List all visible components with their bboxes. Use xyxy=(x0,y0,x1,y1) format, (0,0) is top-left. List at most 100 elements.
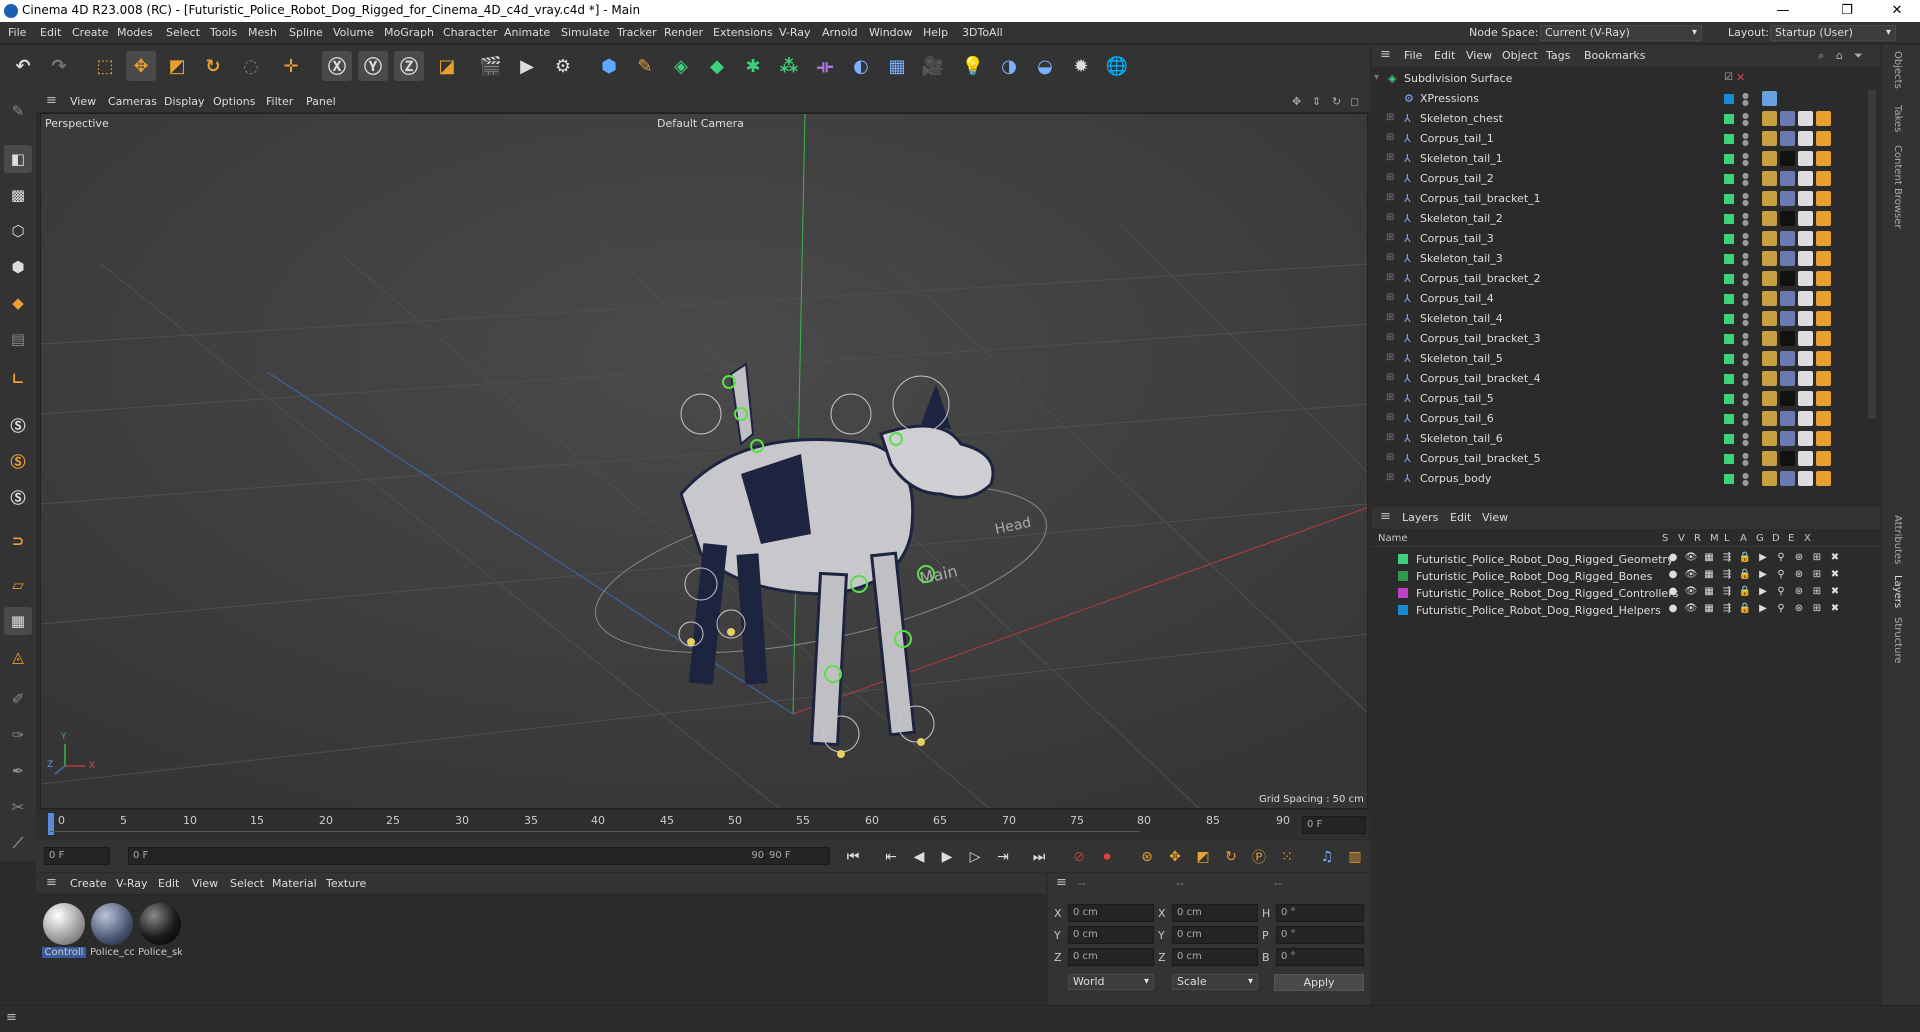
visibility-dots[interactable]: ● ● xyxy=(1742,192,1749,207)
pen-spline-icon[interactable]: ✎ xyxy=(630,51,660,81)
start-frame-field[interactable]: 0 F xyxy=(44,847,110,865)
layer-color-swatch[interactable] xyxy=(1398,571,1408,581)
expand-icon[interactable]: ⊞ xyxy=(1386,372,1394,383)
menu-3dtoall[interactable]: 3DToAll xyxy=(962,26,1003,39)
constraint-tag-icon[interactable] xyxy=(1816,231,1831,246)
transform-tool-icon[interactable]: ✛ xyxy=(276,51,306,81)
mat-menu-create[interactable]: Create xyxy=(70,877,107,890)
key-position-icon[interactable]: ✥ xyxy=(1164,846,1186,868)
layer-color-swatch[interactable] xyxy=(1724,334,1734,344)
viewport-menu-filter[interactable]: Filter xyxy=(266,95,293,108)
knife-icon[interactable]: ✂ xyxy=(4,793,32,821)
range-slider[interactable]: 0 F 90 F xyxy=(128,847,780,865)
material-tag-icon[interactable] xyxy=(1780,351,1795,366)
viewport-menu-icon[interactable]: ≡ xyxy=(46,94,60,107)
uvw-tag-icon[interactable] xyxy=(1798,451,1813,466)
object-row-root[interactable]: ▾ ◈ Subdivision Surface ☑ ✕ xyxy=(1372,69,1880,89)
redo-icon[interactable]: ↷ xyxy=(44,51,74,81)
viewport-maximize-icon[interactable]: ◻ xyxy=(1350,95,1359,108)
expand-icon[interactable]: ⊞ xyxy=(1386,272,1394,283)
select-disabled-icon[interactable]: ◌ xyxy=(236,51,266,81)
record-disabled-icon[interactable]: ⊘ xyxy=(1068,846,1090,868)
deformer-icon[interactable]: ⟛ xyxy=(810,51,840,81)
constraint-tag-icon[interactable] xyxy=(1816,371,1831,386)
obj-menu-edit[interactable]: Edit xyxy=(1434,49,1455,62)
visibility-dots[interactable]: ● ● xyxy=(1742,392,1749,407)
constraint-tag-icon[interactable] xyxy=(1816,131,1831,146)
keyframe-selection-icon[interactable]: ⊛ xyxy=(1136,846,1158,868)
material-tag-icon[interactable] xyxy=(1780,231,1795,246)
manager-icon[interactable]: ⇶ xyxy=(1720,569,1734,583)
menu-animate[interactable]: Animate xyxy=(504,26,550,39)
model-mode-icon[interactable]: ◧ xyxy=(4,145,32,173)
layer-color-swatch[interactable] xyxy=(1724,194,1734,204)
layer-color-swatch[interactable] xyxy=(1724,274,1734,284)
viewport-pan-icon[interactable]: ✥ xyxy=(1292,95,1301,108)
edges-mode-icon[interactable]: ⬢ xyxy=(4,253,32,281)
layer-color-swatch[interactable] xyxy=(1724,134,1734,144)
mat-menu-view[interactable]: View xyxy=(192,877,218,890)
constraint-tag-icon[interactable] xyxy=(1816,251,1831,266)
constraint-tag-icon[interactable] xyxy=(1816,211,1831,226)
menu-create[interactable]: Create xyxy=(72,26,109,39)
layer-color-swatch[interactable] xyxy=(1398,588,1408,598)
menu-edit[interactable]: Edit xyxy=(40,26,61,39)
tab-attributes[interactable]: Attributes xyxy=(1892,515,1903,564)
expand-icon[interactable]: ⊞ xyxy=(1386,212,1394,223)
live-select-icon[interactable]: ⬚ xyxy=(90,51,120,81)
render-icon[interactable]: ▦ xyxy=(1702,603,1716,617)
visibility-dots[interactable]: ● ● xyxy=(1742,432,1749,447)
texture-tag-icon[interactable] xyxy=(1762,311,1777,326)
uvw-tag-icon[interactable] xyxy=(1798,351,1813,366)
constraint-tag-icon[interactable] xyxy=(1816,291,1831,306)
uvw-tag-icon[interactable] xyxy=(1798,391,1813,406)
uvw-tag-icon[interactable] xyxy=(1798,471,1813,486)
3d-viewport[interactable]: Head Main Perspective Default Camera Gri… xyxy=(40,113,1368,809)
object-row[interactable]: ⊞ ⅄ Corpus_tail_6 ● ● xyxy=(1372,409,1880,429)
coord-rot-b-field[interactable]: 0 ° xyxy=(1276,948,1364,966)
deformers-icon[interactable]: ⊛ xyxy=(1792,569,1806,583)
object-row[interactable]: ⊞ ⅄ Corpus_tail_bracket_3 ● ● xyxy=(1372,329,1880,349)
coord-pos-z-field[interactable]: 0 cm xyxy=(1068,948,1154,966)
make-editable-icon[interactable]: ✎ xyxy=(4,97,32,125)
texture-tag-icon[interactable] xyxy=(1762,231,1777,246)
snap-settings-icon[interactable]: Ⓢ xyxy=(4,447,32,475)
uvw-tag-icon[interactable] xyxy=(1798,111,1813,126)
material-tag-icon[interactable] xyxy=(1780,211,1795,226)
visibility-dots[interactable]: ● ● xyxy=(1742,172,1749,187)
object-row[interactable]: ⊞ ⅄ Corpus_tail_bracket_4 ● ● xyxy=(1372,369,1880,389)
constraint-tag-icon[interactable] xyxy=(1816,271,1831,286)
camera-icon[interactable]: 🎥 xyxy=(918,51,948,81)
layer-color-swatch[interactable] xyxy=(1724,154,1734,164)
menu-mesh[interactable]: Mesh xyxy=(248,26,277,39)
constraint-tag-icon[interactable] xyxy=(1816,171,1831,186)
constraint-tag-icon[interactable] xyxy=(1816,351,1831,366)
constraint-tag-icon[interactable] xyxy=(1816,311,1831,326)
object-row[interactable]: ⊞ ⅄ Corpus_tail_2 ● ● xyxy=(1372,169,1880,189)
layer-color-swatch[interactable] xyxy=(1398,554,1408,564)
deformers-icon[interactable]: ⊛ xyxy=(1792,603,1806,617)
object-menu-icon[interactable]: ≡ xyxy=(1380,48,1394,61)
texture-tag-icon[interactable] xyxy=(1762,471,1777,486)
subdivision-surface-icon[interactable]: ◈ xyxy=(666,51,696,81)
material-tag-icon[interactable] xyxy=(1780,251,1795,266)
visibility-dots[interactable]: ● ● xyxy=(1742,452,1749,467)
expand-icon[interactable]: ⊞ xyxy=(1386,352,1394,363)
menu-vray[interactable]: V-Ray xyxy=(779,26,811,39)
visibility-dots[interactable]: ● ● xyxy=(1742,272,1749,287)
constraint-tag-icon[interactable] xyxy=(1816,151,1831,166)
visibility-dots[interactable]: ● ● xyxy=(1742,252,1749,267)
maximize-button[interactable]: ❐ xyxy=(1824,0,1870,22)
uvw-tag-icon[interactable] xyxy=(1798,171,1813,186)
expand-icon[interactable]: ⊞ xyxy=(1386,232,1394,243)
menu-tracker[interactable]: Tracker xyxy=(617,26,657,39)
layer-color-swatch[interactable] xyxy=(1724,314,1734,324)
key-scale-icon[interactable]: ◩ xyxy=(1192,846,1214,868)
settings-gear-icon[interactable]: ✹ xyxy=(1066,51,1096,81)
texture-tag-icon[interactable] xyxy=(1762,131,1777,146)
layer-color-swatch[interactable] xyxy=(1724,294,1734,304)
material-tag-icon[interactable] xyxy=(1780,311,1795,326)
render-settings-icon[interactable]: ⚙ xyxy=(548,51,578,81)
expressions-icon[interactable]: ⊞ xyxy=(1810,569,1824,583)
obj-menu-object[interactable]: Object xyxy=(1502,49,1538,62)
